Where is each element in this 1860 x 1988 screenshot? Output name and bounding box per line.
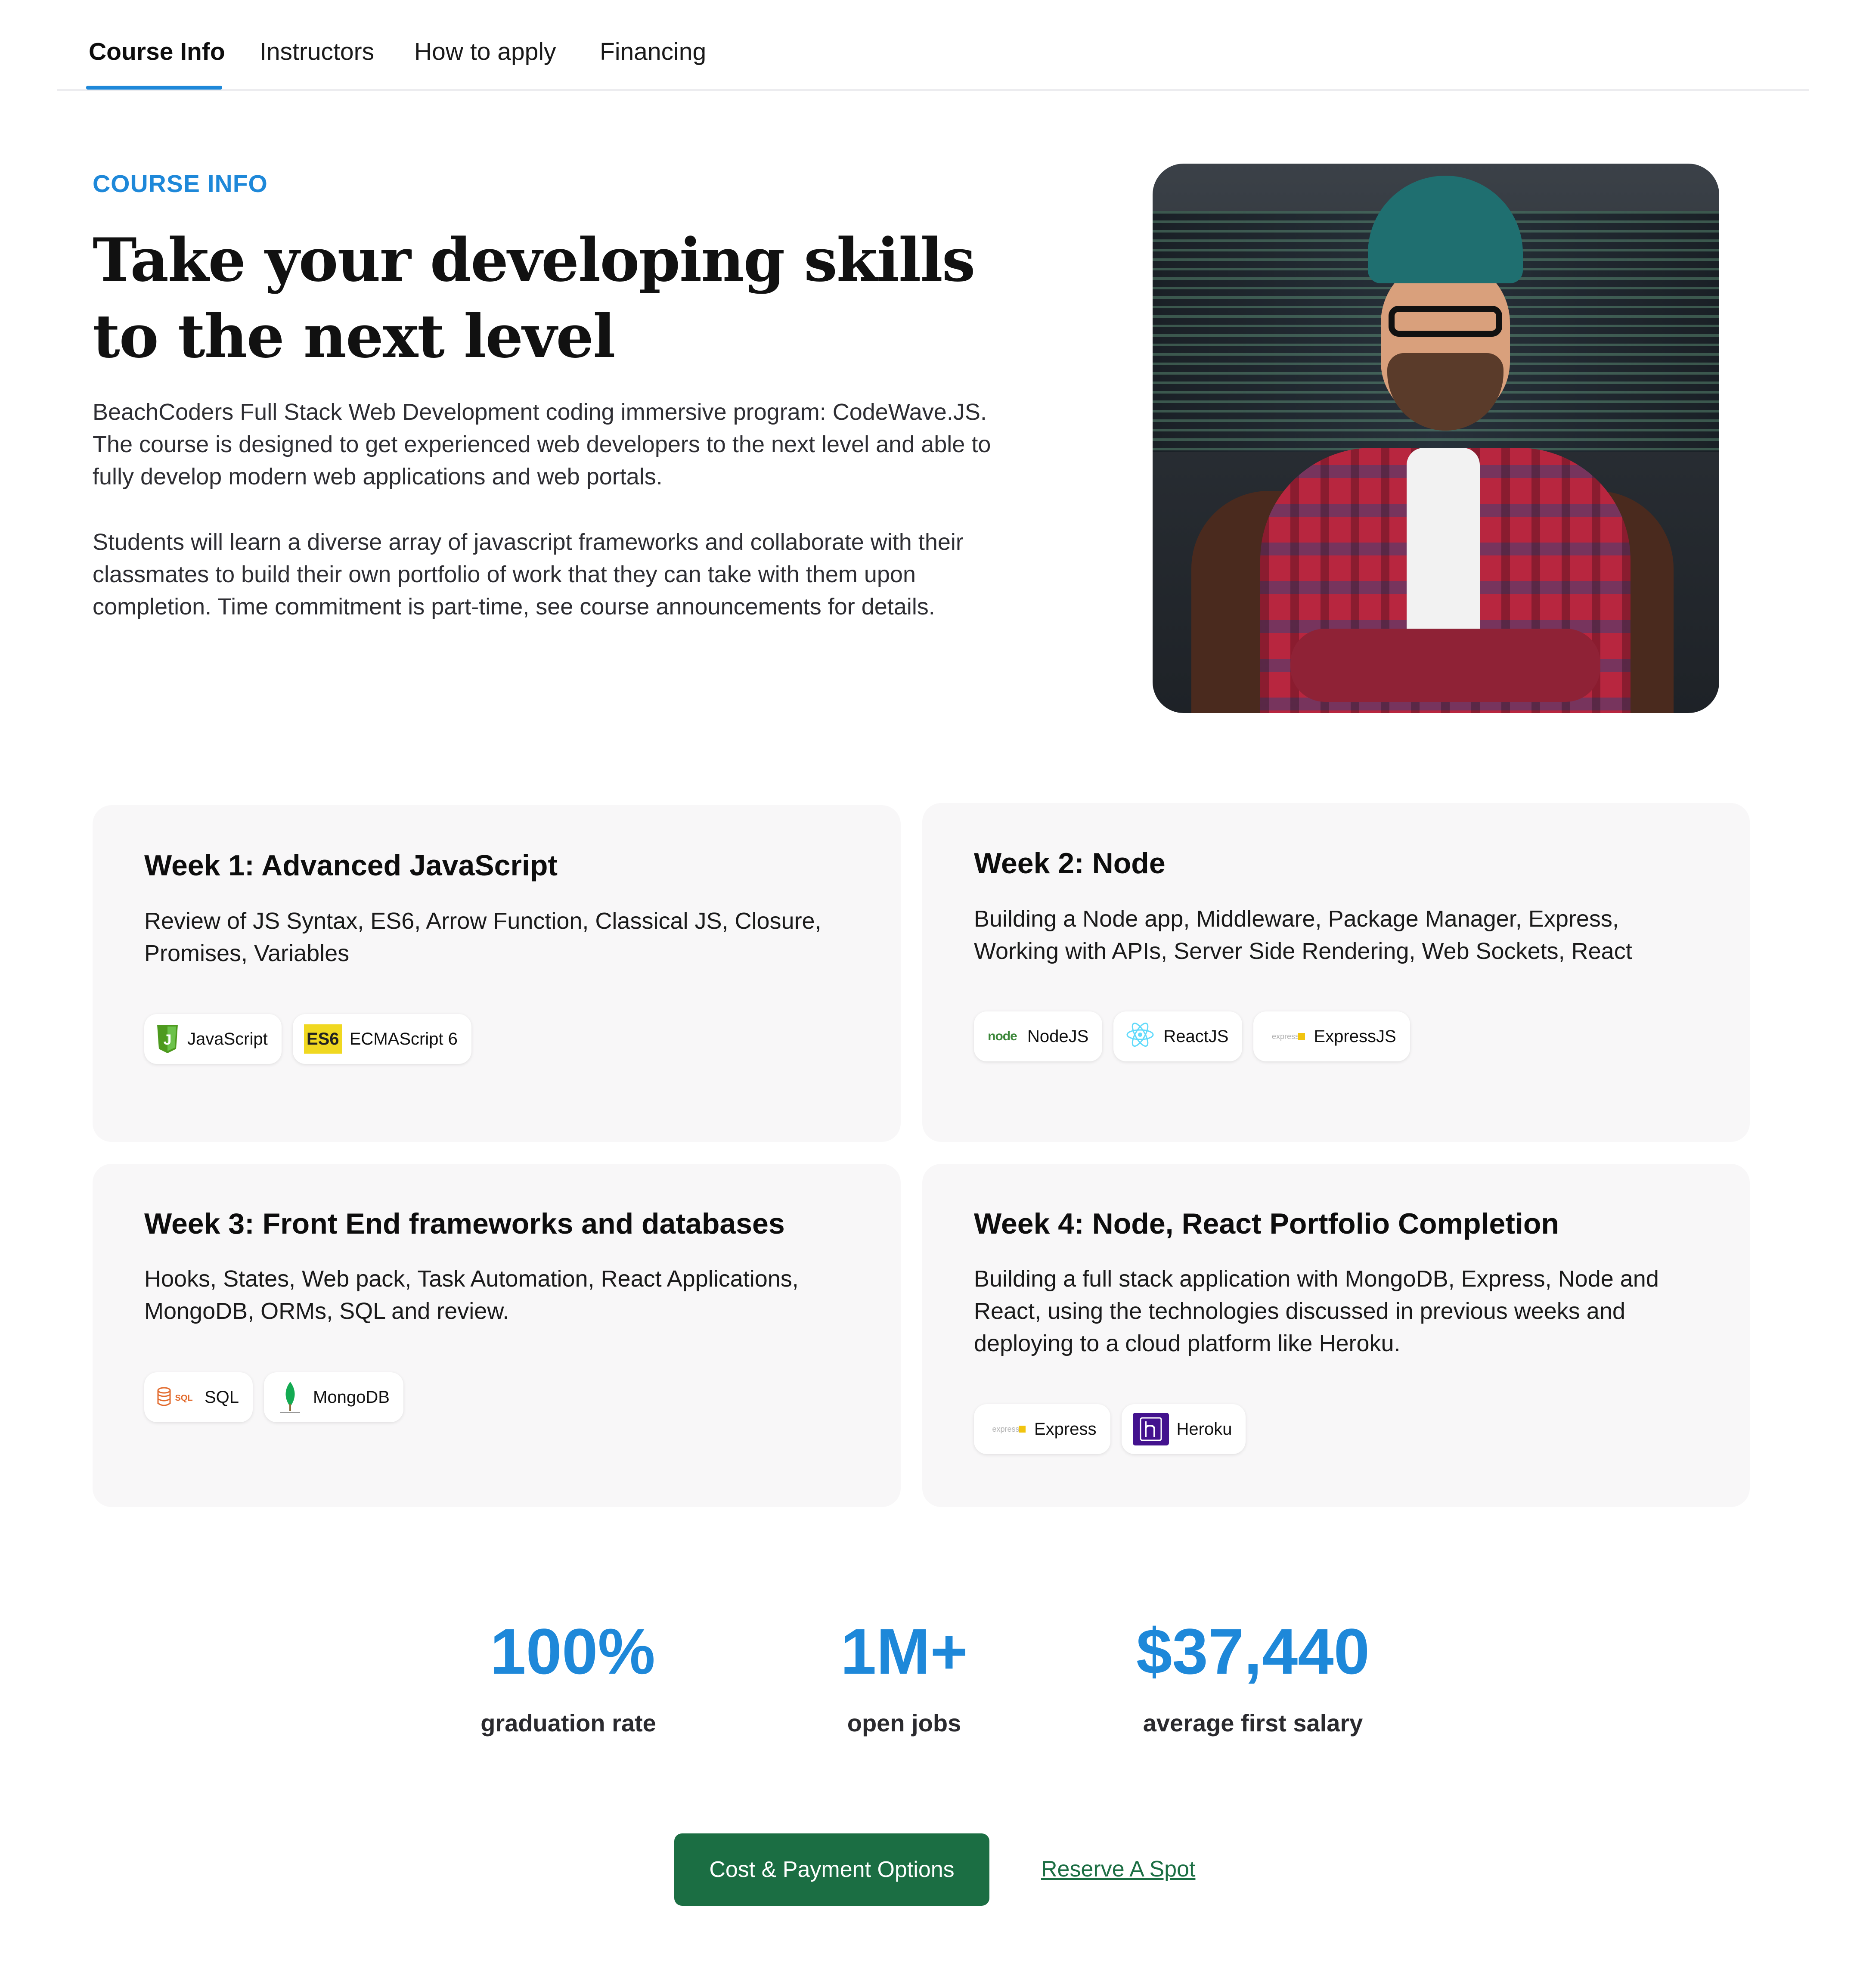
chip-label: ReactJS — [1163, 1027, 1229, 1046]
hero-title: Take your developing skills to the next … — [93, 225, 975, 371]
mongodb-leaf-icon — [275, 1380, 305, 1414]
tech-chip-list: express Express Heroku — [974, 1404, 1246, 1454]
week-description: Building a full stack application with M… — [974, 1266, 1659, 1356]
hero-paragraph-2: Students will learn a diverse array of j… — [93, 529, 964, 620]
hero-photo-developer — [1153, 164, 1719, 713]
sql-database-icon: SQL — [155, 1384, 197, 1410]
tech-chip-list: SQL SQL MongoDB — [144, 1372, 403, 1422]
hero-paragraph-1: BeachCoders Full Stack Web Development c… — [93, 399, 991, 490]
week-card-1: Week 1: Advanced JavaScript Review of JS… — [93, 805, 901, 1142]
tab-instructors[interactable]: Instructors — [260, 36, 374, 67]
week-title: Week 2: Node — [974, 847, 1166, 880]
week-title: Week 1: Advanced JavaScript — [144, 849, 558, 882]
tab-financing[interactable]: Financing — [600, 36, 706, 67]
chip-label: ECMAScript 6 — [349, 1030, 458, 1048]
tech-chip-nodejs[interactable]: node NodeJS — [974, 1011, 1103, 1061]
tech-chip-ecmascript6[interactable]: ES6 ECMAScript 6 — [292, 1014, 471, 1064]
stat-label-open-jobs: open jobs — [847, 1709, 961, 1737]
cost-payment-options-button[interactable]: Cost & Payment Options — [674, 1833, 989, 1906]
tech-chip-mongodb[interactable]: MongoDB — [264, 1372, 403, 1422]
nodejs-logo-icon: node — [988, 1029, 1017, 1043]
express-logo-icon: express — [985, 1420, 1026, 1438]
chip-label: JavaScript — [187, 1030, 268, 1048]
svg-text:J: J — [164, 1032, 172, 1048]
stat-value-first-salary: $37,440 — [1136, 1615, 1370, 1687]
chip-label: MongoDB — [313, 1388, 390, 1407]
week-title: Week 3: Front End frameworks and databas… — [144, 1207, 785, 1240]
tech-chip-sql[interactable]: SQL SQL — [144, 1372, 253, 1422]
tech-chip-list: node NodeJS ReactJS express ExpressJS — [974, 1011, 1410, 1061]
express-logo-wordmark: express — [1271, 1032, 1299, 1041]
week-card-3: Week 3: Front End frameworks and databas… — [93, 1164, 901, 1507]
tech-chip-list: J JavaScript ES6 ECMAScript 6 — [144, 1014, 471, 1064]
sql-logo-text: SQL — [175, 1393, 192, 1403]
express-logo-icon: express — [1265, 1028, 1306, 1045]
chip-label: ExpressJS — [1314, 1027, 1396, 1046]
week-title: Week 4: Node, React Portfolio Completion — [974, 1207, 1559, 1240]
stat-value-graduation-rate: 100% — [490, 1615, 655, 1687]
stat-label-graduation-rate: graduation rate — [480, 1709, 656, 1737]
section-eyebrow: COURSE INFO — [93, 170, 268, 198]
stat-value-open-jobs: 1M+ — [840, 1615, 968, 1687]
react-logo-icon — [1125, 1021, 1156, 1052]
tech-chip-reactjs[interactable]: ReactJS — [1113, 1011, 1243, 1061]
es6-logo-icon: ES6 — [304, 1024, 342, 1054]
tech-chip-express[interactable]: express Express — [974, 1404, 1110, 1454]
tech-chip-javascript[interactable]: J JavaScript — [144, 1014, 282, 1064]
tech-chip-heroku[interactable]: Heroku — [1121, 1404, 1246, 1454]
express-logo-wordmark: express — [992, 1424, 1020, 1433]
week-description: Review of JS Syntax, ES6, Arrow Function… — [144, 908, 822, 966]
week-card-2: Week 2: Node Building a Node app, Middle… — [922, 803, 1750, 1142]
active-tab-indicator — [86, 86, 222, 90]
reserve-spot-link[interactable]: Reserve A Spot — [1041, 1855, 1195, 1884]
chip-label: NodeJS — [1027, 1027, 1089, 1046]
chip-label: SQL — [205, 1388, 239, 1407]
tab-course-info[interactable]: Course Info — [89, 36, 225, 67]
tab-how-to-apply[interactable]: How to apply — [414, 36, 556, 67]
tech-chip-expressjs[interactable]: express ExpressJS — [1253, 1011, 1410, 1061]
heroku-logo-icon — [1132, 1413, 1169, 1445]
tab-bar-divider — [57, 89, 1809, 91]
week-description: Hooks, States, Web pack, Task Automation… — [144, 1266, 799, 1324]
week-card-4: Week 4: Node, React Portfolio Completion… — [922, 1164, 1750, 1507]
javascript-logo-icon: J — [155, 1024, 180, 1054]
week-description: Building a Node app, Middleware, Package… — [974, 906, 1632, 964]
chip-label: Express — [1034, 1420, 1097, 1439]
chip-label: Heroku — [1176, 1420, 1232, 1439]
section-tab-bar: Course Info Instructors How to apply Fin… — [0, 0, 1860, 91]
stat-label-first-salary: average first salary — [1143, 1709, 1363, 1737]
